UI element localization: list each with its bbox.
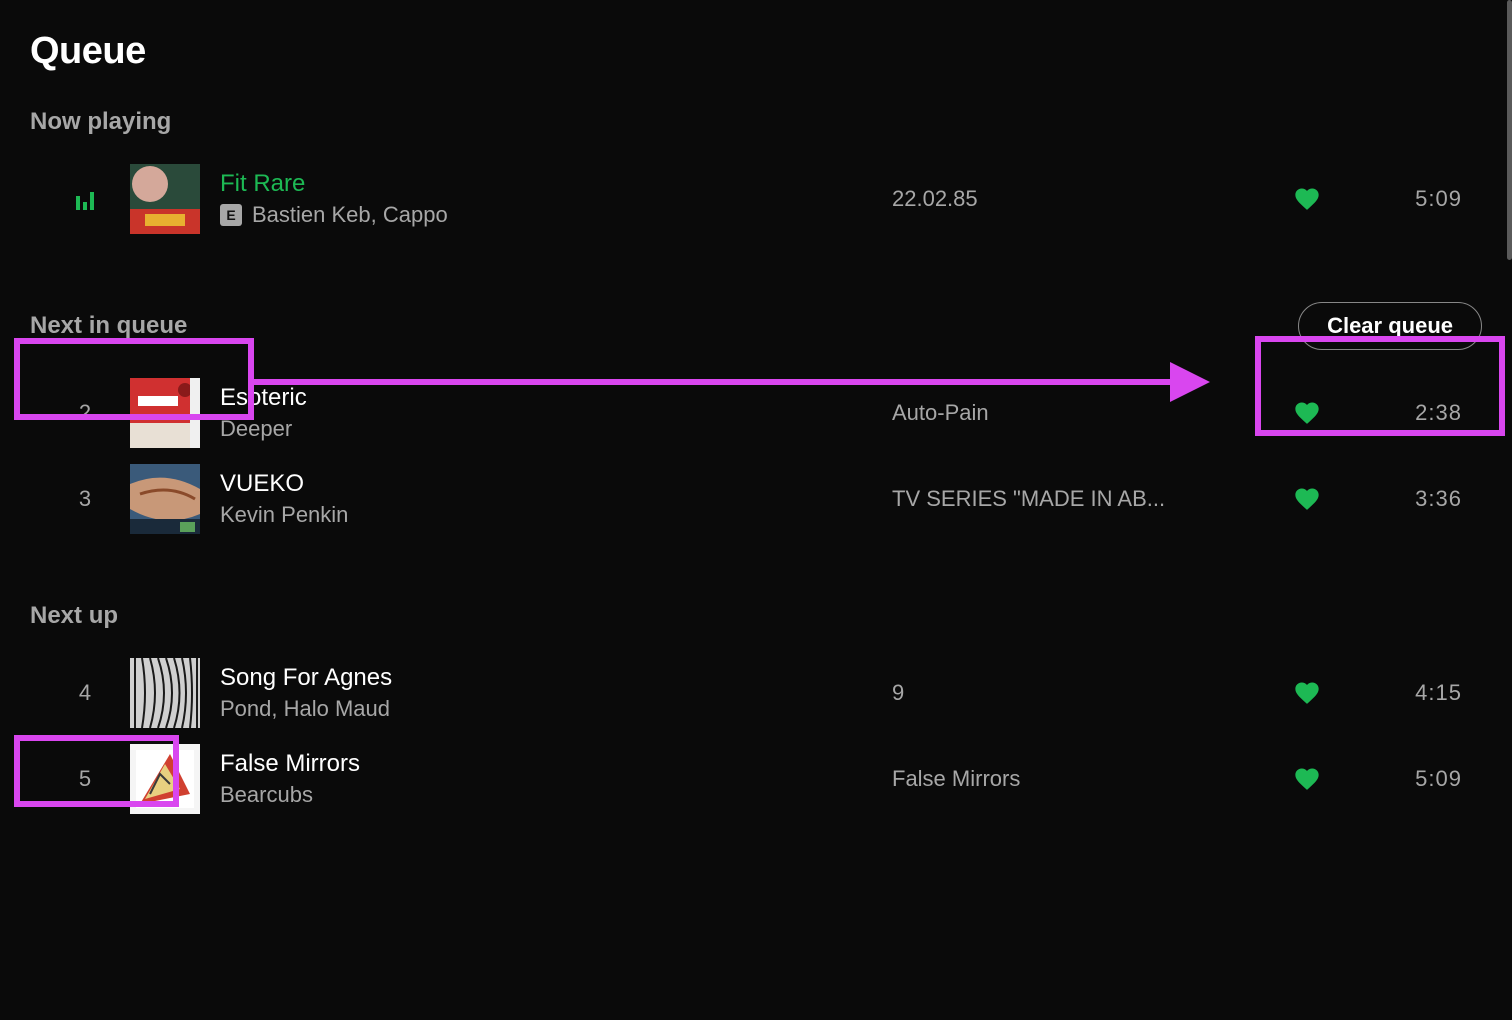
album-art[interactable] [130, 464, 200, 534]
track-artist[interactable]: Bastien Keb, Cappo [252, 202, 448, 228]
track-album[interactable]: Auto-Pain [892, 400, 1252, 426]
album-art[interactable] [130, 744, 200, 814]
track-artist[interactable]: Bearcubs [220, 782, 313, 808]
track-index: 4 [50, 680, 120, 706]
track-artist[interactable]: Kevin Penkin [220, 502, 348, 528]
explicit-badge: E [220, 204, 242, 226]
track-title[interactable]: VUEKO [220, 470, 882, 498]
track-album[interactable]: 9 [892, 680, 1252, 706]
track-duration: 3:36 [1362, 486, 1462, 512]
track-duration: 2:38 [1362, 400, 1462, 426]
track-duration: 5:09 [1362, 766, 1462, 792]
track-index: 5 [50, 766, 120, 792]
track-index: 3 [50, 486, 120, 512]
track-artist[interactable]: Deeper [220, 416, 292, 442]
like-button[interactable] [1262, 679, 1352, 707]
track-duration: 4:15 [1362, 680, 1462, 706]
queue-row[interactable]: 3 VUEKO Kevin Penkin TV SERIES "MADE IN … [30, 456, 1482, 542]
album-art[interactable] [130, 658, 200, 728]
queue-row[interactable]: 4 Song For Agnes Pond, Halo Maud 9 4:15 [30, 650, 1482, 736]
queue-row[interactable]: 5 False Mirrors Bearcubs False Mirrors 5… [30, 736, 1482, 822]
track-album[interactable]: TV SERIES "MADE IN AB... [892, 486, 1252, 512]
track-duration: 5:09 [1362, 186, 1462, 212]
album-art[interactable] [130, 378, 200, 448]
like-button[interactable] [1262, 765, 1352, 793]
track-info: VUEKO Kevin Penkin [220, 470, 882, 528]
track-title[interactable]: Esoteric [220, 384, 882, 412]
now-playing-icon [50, 188, 120, 210]
page-title: Queue [30, 30, 1482, 73]
track-title[interactable]: Fit Rare [220, 170, 882, 198]
track-artist[interactable]: Pond, Halo Maud [220, 696, 390, 722]
like-button[interactable] [1262, 185, 1352, 213]
like-button[interactable] [1262, 399, 1352, 427]
next-in-queue-label: Next in queue [30, 312, 187, 340]
like-button[interactable] [1262, 485, 1352, 513]
track-title[interactable]: False Mirrors [220, 750, 882, 778]
now-playing-row[interactable]: Fit Rare E Bastien Keb, Cappo 22.02.85 5… [30, 156, 1482, 242]
track-index: 2 [50, 400, 120, 426]
track-info: Esoteric Deeper [220, 384, 882, 442]
track-info: Song For Agnes Pond, Halo Maud [220, 664, 882, 722]
track-info: Fit Rare E Bastien Keb, Cappo [220, 170, 882, 228]
track-album[interactable]: False Mirrors [892, 766, 1252, 792]
track-title[interactable]: Song For Agnes [220, 664, 882, 692]
clear-queue-button[interactable]: Clear queue [1298, 302, 1482, 350]
now-playing-label: Now playing [30, 108, 171, 136]
track-album[interactable]: 22.02.85 [892, 186, 1252, 212]
next-up-label: Next up [30, 602, 118, 630]
track-info: False Mirrors Bearcubs [220, 750, 882, 808]
album-art[interactable] [130, 164, 200, 234]
scrollbar-thumb[interactable] [1507, 0, 1512, 260]
queue-row[interactable]: 2 Esoteric Deeper Auto-Pain 2:38 [30, 370, 1482, 456]
